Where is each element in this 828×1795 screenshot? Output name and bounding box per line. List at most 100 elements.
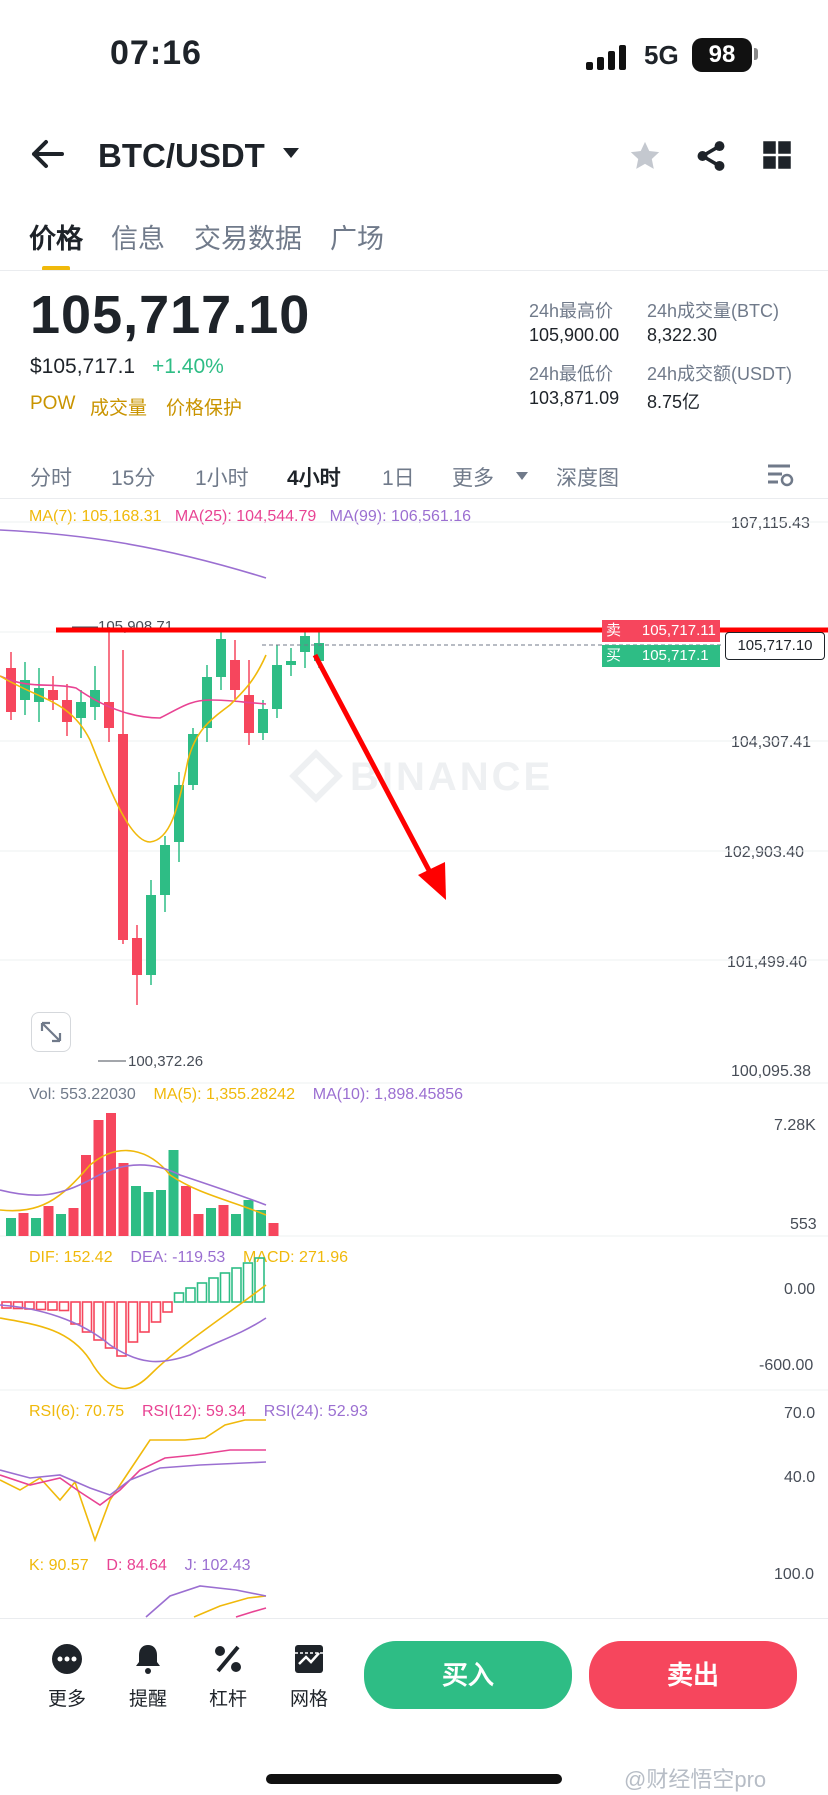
- sell-tag-label: 卖: [606, 622, 622, 639]
- leverage-button[interactable]: 杠杆: [198, 1642, 258, 1711]
- macd-bar: [104, 1301, 116, 1349]
- expand-icon[interactable]: [31, 1012, 71, 1052]
- tag-pow[interactable]: POW: [30, 393, 75, 415]
- grid-bot-icon: [292, 1642, 326, 1676]
- volume-bar: [156, 1190, 166, 1236]
- interval-1h[interactable]: 1小时: [195, 462, 249, 492]
- grid-trading-label: 网格: [289, 1689, 328, 1710]
- current-price-tag: 105,717.10: [725, 632, 825, 660]
- grid-trading-button[interactable]: 网格: [279, 1642, 339, 1711]
- macd-bar: [70, 1301, 81, 1325]
- volume-bar: [56, 1214, 66, 1236]
- macd-bar: [231, 1267, 242, 1303]
- battery-icon: 98: [692, 38, 752, 72]
- macd-bar: [185, 1287, 196, 1303]
- home-indicator: [266, 1774, 562, 1784]
- stat-value: 103,871.09: [529, 388, 620, 408]
- rsi6-line: [0, 1419, 266, 1543]
- share-icon[interactable]: [694, 139, 728, 178]
- candle-body: [132, 938, 142, 975]
- binance-logo-icon: [289, 749, 343, 803]
- volume-bar: [81, 1155, 91, 1236]
- volume-bar: [168, 1150, 179, 1236]
- volume-bar: [118, 1163, 129, 1236]
- macd-bar: [58, 1301, 70, 1312]
- star-icon[interactable]: [628, 139, 662, 178]
- candle-body: [300, 636, 310, 652]
- more-dots-icon: [50, 1642, 84, 1676]
- buy-tag-price: 105,717.1: [641, 647, 709, 664]
- more-button[interactable]: 更多: [37, 1642, 97, 1711]
- stat-value: 8,322.30: [647, 325, 718, 345]
- dif-line: [0, 1284, 267, 1390]
- macd-bar: [254, 1257, 265, 1303]
- watermark-credit: @财经悟空pro: [624, 1767, 767, 1792]
- interval-depth[interactable]: 深度图: [556, 462, 619, 492]
- buy-tag: 买 105,717.1: [602, 645, 720, 667]
- volume-bar: [68, 1208, 79, 1236]
- chart-settings-icon[interactable]: [766, 462, 794, 493]
- bell-icon: [131, 1642, 165, 1676]
- macd-bar: [162, 1301, 173, 1313]
- usd-price: $105,717.1: [30, 355, 136, 378]
- candle-body: [258, 709, 268, 733]
- interval-more[interactable]: 更多: [452, 462, 494, 492]
- volume-bar: [31, 1218, 41, 1236]
- percent-icon: [211, 1642, 245, 1676]
- tab-price[interactable]: 价格: [29, 217, 83, 256]
- macd-histogram: [0, 1257, 267, 1390]
- candle-body: [230, 660, 240, 690]
- alert-label: 提醒: [128, 1689, 167, 1710]
- interval-1d[interactable]: 1日: [382, 462, 415, 492]
- interval-timeline[interactable]: 分时: [30, 462, 72, 492]
- volume-bar: [18, 1213, 29, 1236]
- volume-bar: [268, 1223, 279, 1236]
- back-arrow-icon[interactable]: [30, 136, 64, 179]
- annotation-arrowhead: [418, 862, 446, 900]
- chevron-down-icon[interactable]: [283, 148, 299, 158]
- signal-icon: [586, 44, 630, 70]
- stat-value: 8.75亿: [647, 392, 701, 412]
- macd-bar: [150, 1301, 162, 1323]
- volume-bar: [131, 1186, 141, 1236]
- macd-bar: [196, 1282, 208, 1303]
- volume-bar: [243, 1200, 254, 1236]
- macd-bar: [127, 1301, 139, 1343]
- tab-square[interactable]: 广场: [330, 217, 384, 256]
- tag-volume[interactable]: 成交量: [90, 393, 147, 420]
- interval-15m[interactable]: 15分: [111, 462, 155, 492]
- pair-title[interactable]: BTC/USDT: [98, 137, 265, 175]
- stat-label: 24h成交额(USDT): [647, 364, 793, 384]
- candle-body: [146, 895, 156, 975]
- stat-label: 24h最高价: [529, 301, 614, 321]
- grid-icon[interactable]: [762, 140, 792, 175]
- candle-body: [6, 668, 16, 712]
- sell-button[interactable]: 卖出: [589, 1641, 797, 1709]
- tab-trading-data[interactable]: 交易数据: [194, 217, 302, 256]
- more-label: 更多: [47, 1689, 86, 1710]
- volume-bar: [6, 1218, 16, 1236]
- candle-body: [272, 665, 282, 709]
- interval-4h[interactable]: 4小时: [287, 462, 341, 492]
- candle-body: [76, 702, 86, 718]
- buy-button[interactable]: 买入: [364, 1641, 572, 1709]
- volume-bar: [106, 1113, 116, 1236]
- macd-bar: [139, 1301, 150, 1333]
- battery-tip: [754, 48, 758, 60]
- oscillator-lines: [0, 1419, 267, 1618]
- candle-body: [118, 734, 128, 940]
- last-price: 105,717.10: [30, 285, 311, 345]
- ma7-line: [0, 654, 267, 843]
- candle-body: [160, 845, 170, 895]
- alert-button[interactable]: 提醒: [118, 1642, 178, 1711]
- candle-body: [188, 734, 198, 785]
- volume-bar: [143, 1192, 154, 1236]
- macd-bar: [35, 1301, 47, 1311]
- volume-bars: [0, 1113, 279, 1236]
- volume-bar: [231, 1214, 241, 1236]
- chevron-down-icon: [516, 472, 528, 480]
- tag-price-protection[interactable]: 价格保护: [166, 393, 242, 420]
- price-change: +1.40%: [152, 355, 224, 378]
- tab-info[interactable]: 信息: [111, 217, 165, 256]
- macd-bar: [219, 1272, 231, 1303]
